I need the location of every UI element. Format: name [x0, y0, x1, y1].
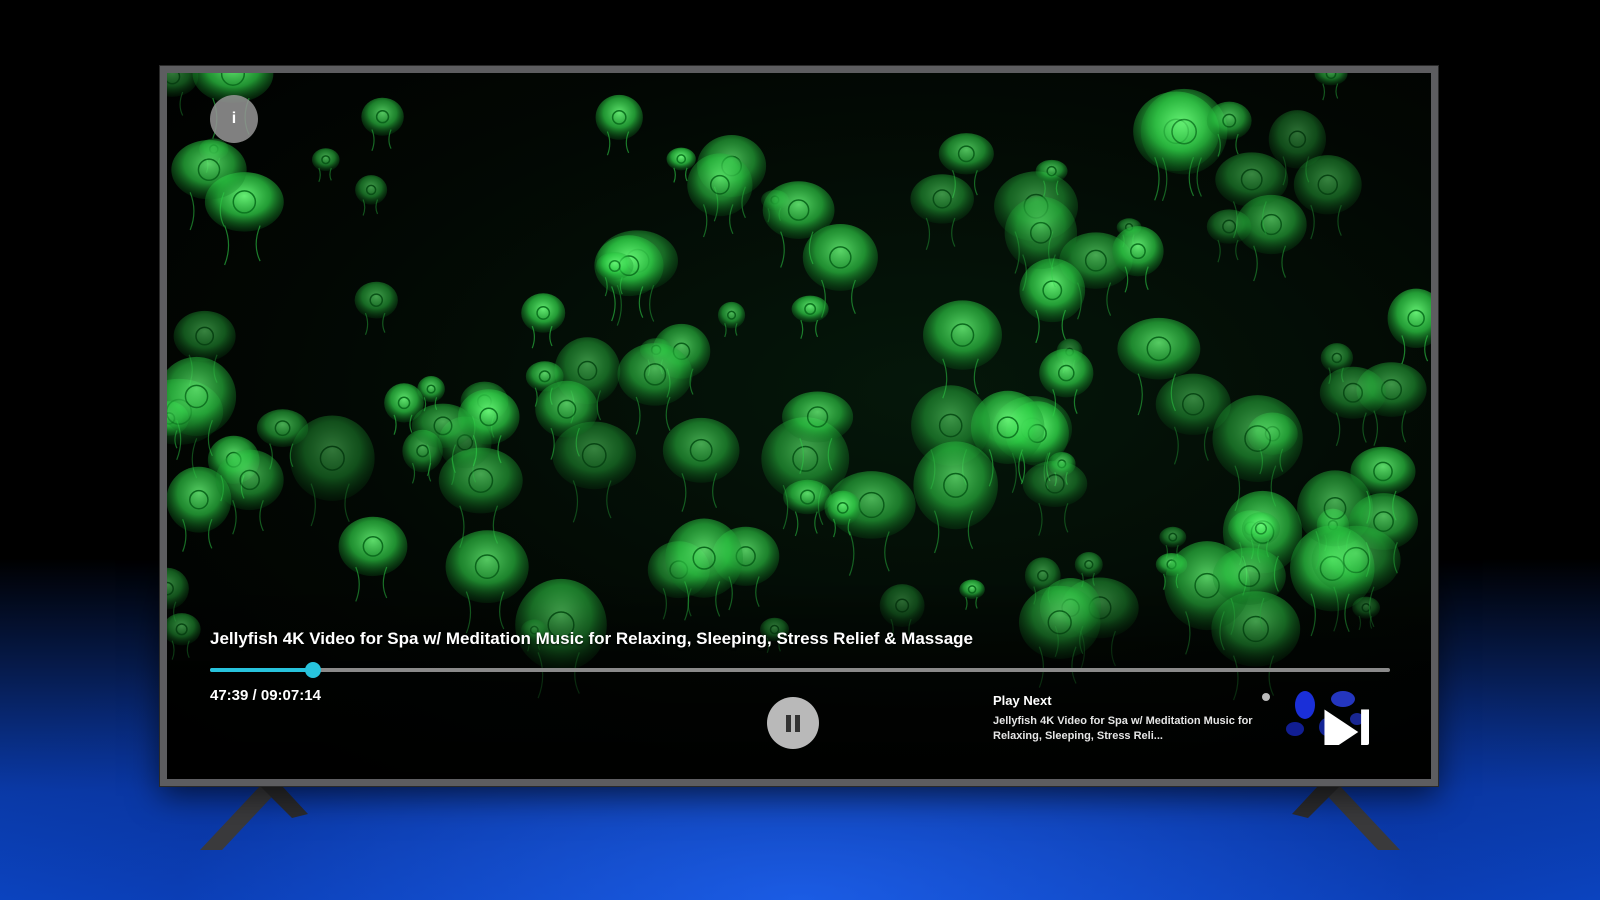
progress-scrubber[interactable] — [304, 662, 321, 678]
jellyfish — [791, 295, 829, 339]
video-title: Jellyfish 4K Video for Spa w/ Meditation… — [210, 629, 973, 648]
jellyfish — [662, 417, 740, 512]
jellyfish — [594, 235, 664, 322]
jellyfish — [1022, 460, 1088, 536]
play-next-label: Play Next — [993, 693, 1052, 708]
controls-shade — [167, 579, 1431, 779]
pause-button[interactable] — [767, 697, 819, 749]
jellyfish — [1112, 226, 1164, 293]
jellyfish — [521, 293, 566, 349]
jellyfish — [687, 153, 753, 238]
info-button[interactable]: i — [210, 95, 258, 143]
info-icon: i — [231, 110, 237, 127]
jellyfish — [354, 281, 398, 335]
tv-stand-left — [200, 786, 308, 850]
progress-fill — [210, 668, 313, 672]
jellyfish — [1319, 366, 1387, 447]
progress-bar[interactable] — [210, 662, 1390, 678]
jellyfish — [1387, 288, 1431, 365]
jellyfish — [910, 174, 974, 250]
pause-icon — [784, 714, 802, 732]
tv-stand-right — [1292, 786, 1400, 850]
time-readout: 47:39 / 09:07:14 — [210, 687, 321, 704]
play-next-title: Jellyfish 4K Video for Spa w/ Meditation… — [993, 715, 1253, 742]
jellyfish — [361, 97, 404, 151]
jellyfish — [1140, 88, 1228, 202]
tv-screen: i Jellyfish 4K Video for Spa w/ Meditati… — [160, 66, 1438, 786]
play-next-thumbnail[interactable] — [1265, 683, 1369, 745]
jellyfish — [913, 441, 998, 554]
jellyfish — [595, 94, 643, 156]
skip-next-icon — [1324, 709, 1369, 745]
video-player[interactable] — [167, 73, 1431, 779]
jellyfish — [923, 300, 1002, 399]
jellyfish — [215, 449, 284, 535]
jellyfish — [617, 343, 693, 435]
play-next-panel[interactable]: Play Next Jellyfish 4K Video for Spa w/ … — [993, 693, 1263, 744]
jellyfish — [1236, 194, 1307, 282]
jellyfish — [717, 301, 746, 338]
jellyfish — [355, 175, 388, 216]
jellyfish — [1314, 73, 1348, 101]
jellyfish — [311, 148, 340, 183]
jellyfish — [1206, 209, 1252, 263]
